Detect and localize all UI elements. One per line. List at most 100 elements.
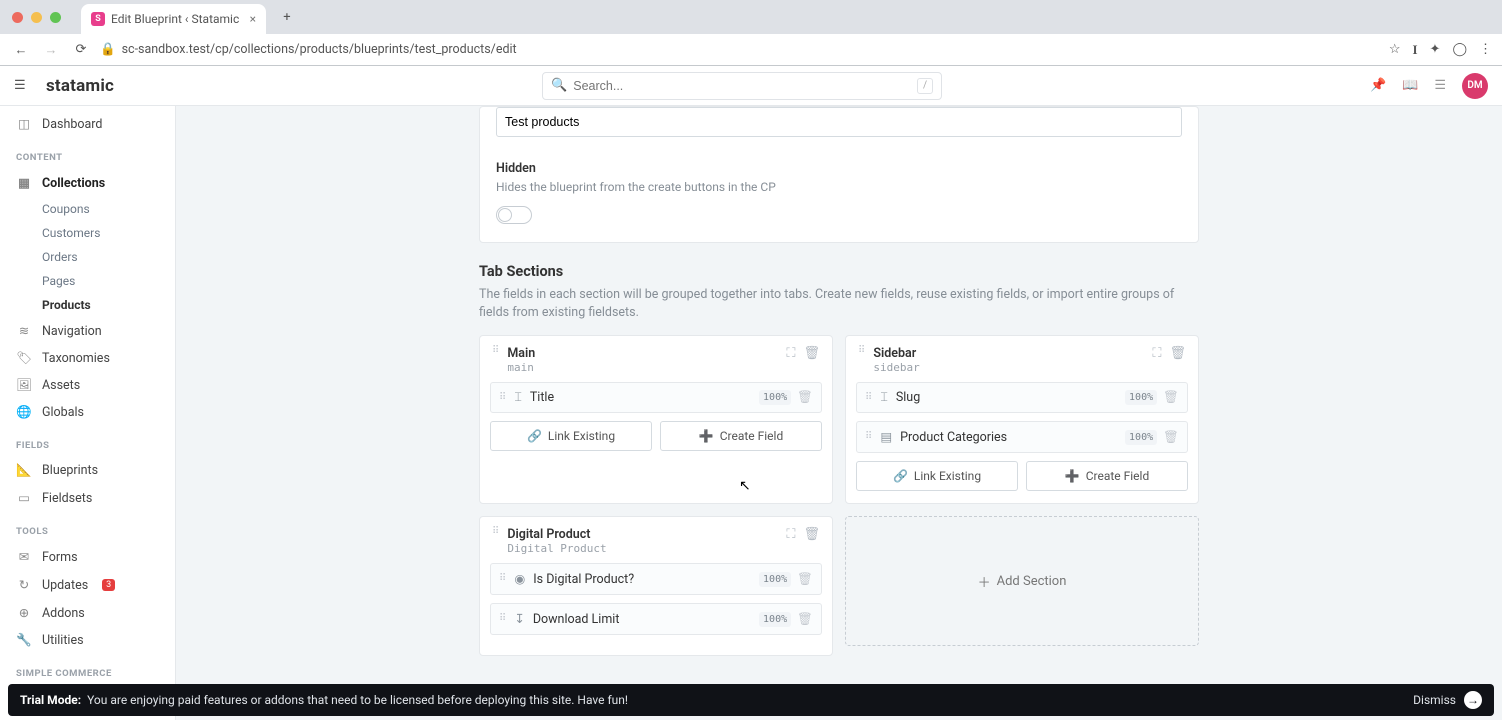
field-row[interactable]: ⠿↧Download Limit100%🗑 <box>490 603 822 635</box>
sidebar-subitem-pages[interactable]: Pages <box>0 269 175 293</box>
browser-menu-icon[interactable]: ⋮ <box>1479 42 1492 58</box>
trash-icon[interactable]: 🗑 <box>1163 390 1179 405</box>
link-icon: 🔗 <box>527 429 542 443</box>
expand-icon[interactable]: ⛶ <box>786 527 795 542</box>
dismiss-button[interactable]: Dismiss <box>1413 693 1456 707</box>
collections-icon: ▦ <box>16 175 32 191</box>
sidebar-heading: SIMPLE COMMERCE <box>0 654 175 685</box>
sidebar-item-dashboard[interactable]: ◫Dashboard <box>0 110 175 138</box>
globals-icon: 🌐 <box>16 405 32 420</box>
reload-button[interactable]: ⟳ <box>70 42 92 57</box>
search-box[interactable]: 🔍 / <box>542 72 942 100</box>
sidebar-item-taxonomies[interactable]: 🏷Taxonomies <box>0 345 175 372</box>
profile-icon[interactable]: ◯ <box>1452 42 1467 58</box>
field-label: Product Categories <box>900 430 1007 445</box>
sidebar-item-forms[interactable]: ✉Forms <box>0 543 175 571</box>
docs-icon[interactable]: 📖 <box>1402 78 1418 93</box>
field-width[interactable]: 100% <box>759 390 791 405</box>
sidebar-item-assets[interactable]: 🖼Assets <box>0 372 175 399</box>
create-field-button[interactable]: ➕Create Field <box>660 421 822 451</box>
section-title[interactable]: Main <box>507 346 778 361</box>
sidebar-subitem-orders[interactable]: Orders <box>0 245 175 269</box>
settings-icon[interactable]: ☰ <box>1434 78 1446 93</box>
trash-icon[interactable]: 🗑 <box>803 527 820 542</box>
sidebar-item-blueprints[interactable]: 📐Blueprints <box>0 457 175 484</box>
trash-icon[interactable]: 🗑 <box>797 572 813 587</box>
drag-handle-icon[interactable]: ⠿ <box>865 432 872 442</box>
title-input[interactable] <box>496 107 1182 137</box>
tab-section-card: ⠿Mainmain⛶🗑⠿⌶Title100%🗑🔗Link Existing➕Cr… <box>479 335 833 504</box>
address-bar[interactable]: 🔒 sc-sandbox.test/cp/collections/product… <box>100 42 1381 57</box>
search-icon: 🔍 <box>551 78 567 93</box>
drag-handle-icon[interactable]: ⠿ <box>499 393 506 403</box>
addons-icon: ⊕ <box>16 605 32 621</box>
sidebar-item-updates[interactable]: ↻Updates3 <box>0 571 175 599</box>
field-row[interactable]: ⠿⌶Slug100%🗑 <box>856 382 1188 413</box>
sidebar-item-addons[interactable]: ⊕Addons <box>0 599 175 627</box>
create-field-button[interactable]: ➕Create Field <box>1026 461 1188 491</box>
maximize-window-icon[interactable] <box>50 12 61 23</box>
menu-toggle-icon[interactable]: ☰ <box>14 78 32 93</box>
sidebar-subitem-products[interactable]: Products <box>0 293 175 317</box>
minimize-window-icon[interactable] <box>31 12 42 23</box>
trash-icon[interactable]: 🗑 <box>797 612 813 627</box>
link-existing-button[interactable]: 🔗Link Existing <box>856 461 1018 491</box>
sidebar-item-utilities[interactable]: 🔧Utilities <box>0 627 175 654</box>
trial-mode-text: You are enjoying paid features or addons… <box>87 693 628 707</box>
section-title[interactable]: Sidebar <box>873 346 1144 361</box>
app-topbar: ☰ statamic 🔍 / 📌 📖 ☰ DM <box>0 66 1502 106</box>
trash-icon[interactable]: 🗑 <box>803 346 820 361</box>
drag-handle-icon[interactable]: ⠿ <box>858 346 865 356</box>
back-button[interactable]: ← <box>10 42 32 58</box>
browser-tab[interactable]: S Edit Blueprint ‹ Statamic × <box>81 4 266 34</box>
drag-handle-icon[interactable]: ⠿ <box>865 393 872 403</box>
drag-handle-icon[interactable]: ⠿ <box>499 574 506 584</box>
field-row[interactable]: ⠿⌶Title100%🗑 <box>490 382 822 413</box>
close-window-icon[interactable] <box>12 12 23 23</box>
drag-handle-icon[interactable]: ⠿ <box>499 614 506 624</box>
drag-handle-icon[interactable]: ⠿ <box>492 527 499 537</box>
expand-icon[interactable]: ⛶ <box>786 346 795 361</box>
avatar[interactable]: DM <box>1462 73 1488 99</box>
trash-icon[interactable]: 🗑 <box>797 390 813 405</box>
section-title[interactable]: Digital Product <box>507 527 778 542</box>
hidden-label: Hidden <box>496 161 1182 176</box>
browser-chrome: S Edit Blueprint ‹ Statamic × + ← → ⟳ 🔒 … <box>0 0 1502 66</box>
sidebar-item-collections[interactable]: ▦Collections <box>0 169 175 197</box>
drag-handle-icon[interactable]: ⠿ <box>492 346 499 356</box>
pin-icon[interactable]: 📌 <box>1370 78 1386 93</box>
hidden-toggle[interactable] <box>496 206 532 224</box>
trash-icon[interactable]: 🗑 <box>1169 346 1186 361</box>
field-row[interactable]: ⠿◉Is Digital Product?100%🗑 <box>490 563 822 595</box>
search-input[interactable] <box>573 79 911 93</box>
forward-button[interactable]: → <box>40 42 62 58</box>
sidebar-item-navigation[interactable]: ≋Navigation <box>0 317 175 345</box>
field-width[interactable]: 100% <box>759 612 791 627</box>
expand-icon[interactable]: ⛶ <box>1152 346 1161 361</box>
add-section-button[interactable]: ＋Add Section <box>845 516 1199 646</box>
utilities-icon: 🔧 <box>16 633 32 648</box>
section-handle: main <box>507 361 778 374</box>
field-label: Is Digital Product? <box>533 572 634 587</box>
dismiss-arrow-icon[interactable]: → <box>1464 691 1482 709</box>
sidebar-subitem-coupons[interactable]: Coupons <box>0 197 175 221</box>
sidebar-heading: TOOLS <box>0 512 175 543</box>
star-icon[interactable]: ☆ <box>1389 42 1401 58</box>
link-existing-button[interactable]: 🔗Link Existing <box>490 421 652 451</box>
text-cursor-icon[interactable]: I <box>1412 42 1417 58</box>
field-type-icon: ↧ <box>514 611 524 627</box>
sidebar: ◫DashboardCONTENT▦CollectionsCouponsCust… <box>0 106 176 720</box>
extensions-icon[interactable]: ✦ <box>1430 42 1441 58</box>
trash-icon[interactable]: 🗑 <box>1163 430 1179 445</box>
new-tab-button[interactable]: + <box>274 4 300 30</box>
field-width[interactable]: 100% <box>1125 390 1157 405</box>
sidebar-item-globals[interactable]: 🌐Globals <box>0 399 175 426</box>
sidebar-subitem-customers[interactable]: Customers <box>0 221 175 245</box>
tab-sections-help: The fields in each section will be group… <box>479 286 1199 321</box>
field-width[interactable]: 100% <box>759 572 791 587</box>
field-row[interactable]: ⠿▤Product Categories100%🗑 <box>856 421 1188 453</box>
field-width[interactable]: 100% <box>1125 430 1157 445</box>
tab-section-card: ⠿Digital ProductDigital Product⛶🗑⠿◉Is Di… <box>479 516 833 656</box>
sidebar-item-fieldsets[interactable]: ▭Fieldsets <box>0 484 175 512</box>
tab-close-icon[interactable]: × <box>250 12 256 26</box>
